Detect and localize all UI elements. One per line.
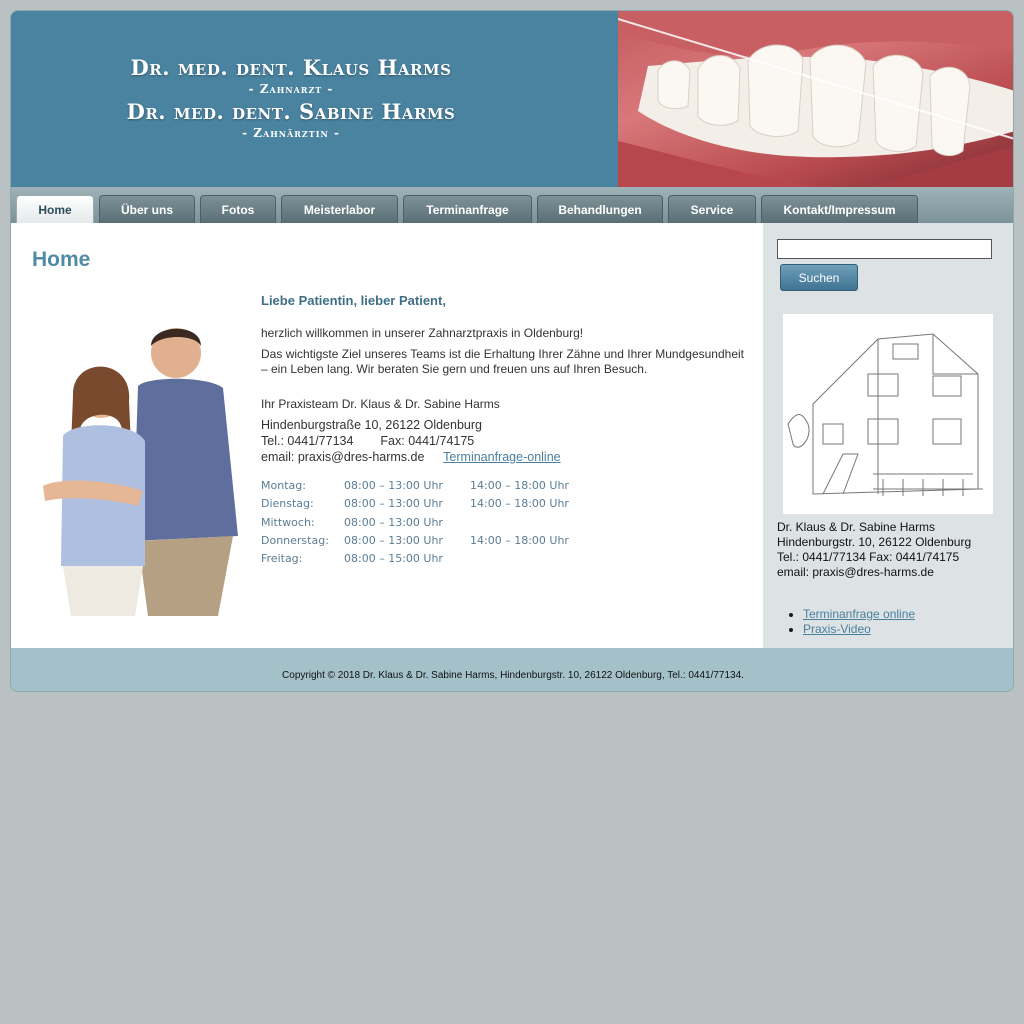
welcome-text: Liebe Patientin, lieber Patient, herzlic… <box>261 293 744 570</box>
hours-morning: 08:00 – 13:00 Uhr <box>344 515 443 529</box>
contact-address: Hindenburgstr. 10, 26122 Oldenburg <box>777 535 972 549</box>
hours-row: Freitag: 08:00 – 15:00 Uhr <box>261 552 744 570</box>
nav-tab-fotos[interactable]: Fotos <box>200 195 276 223</box>
hours-row: Dienstag: 08:00 – 13:00 Uhr 14:00 – 18:0… <box>261 497 744 515</box>
address-block: Hindenburgstraße 10, 26122 Oldenburg Tel… <box>261 417 744 465</box>
hours-row: Donnerstag: 08:00 – 13:00 Uhr 14:00 – 18… <box>261 534 744 552</box>
practice-title: Dr. med. dent. Klaus Harms - Zahnarzt - … <box>81 55 501 143</box>
search-button[interactable]: Suchen <box>780 264 858 291</box>
street-address: Hindenburgstraße 10, 26122 Oldenburg <box>261 418 482 432</box>
contact-phone-fax: Tel.: 0441/77134 Fax: 0441/74175 <box>777 550 960 564</box>
contact-info: Dr. Klaus & Dr. Sabine Harms Hindenburgs… <box>777 520 971 580</box>
hours-day: Mittwoch: <box>261 515 315 529</box>
contact-names: Dr. Klaus & Dr. Sabine Harms <box>777 520 936 534</box>
sidebar: Suchen Dr. Klaus & Dr. Sabine Harms Hind… <box>763 223 1013 648</box>
hours-day: Freitag: <box>261 552 303 566</box>
signature: Ihr Praxisteam Dr. Klaus & Dr. Sabine Ha… <box>261 397 500 411</box>
practice-building-sketch <box>783 314 993 514</box>
email-line: email: praxis@dres-harms.de Terminanfrag… <box>261 449 744 465</box>
list-item: Praxis-Video <box>803 622 915 637</box>
fax-number: Fax: 0441/74175 <box>380 434 475 448</box>
hours-morning: 08:00 – 13:00 Uhr <box>344 533 443 547</box>
hours-afternoon: 14:00 – 18:00 Uhr <box>470 533 569 547</box>
phone-number: Tel.: 0441/77134 <box>261 434 354 448</box>
hours-day: Montag: <box>261 479 306 492</box>
doctor-role-1: - Zahnarzt - <box>248 82 334 96</box>
nav-tab-ueber-uns[interactable]: Über uns <box>99 195 195 223</box>
doctor-role-2: - Zahnärztin - <box>242 126 340 140</box>
page-title: Home <box>32 248 91 271</box>
hours-row: Mittwoch: 08:00 – 13:00 Uhr <box>261 516 744 534</box>
nav-tab-terminanfrage[interactable]: Terminanfrage <box>403 195 532 223</box>
doctor-name-1: Dr. med. dent. Klaus Harms <box>130 55 452 80</box>
team-photo <box>33 316 243 616</box>
main-content: Home Liebe Patientin, lieber Patient, he… <box>11 223 763 648</box>
doctor-name-2: Dr. med. dent. Sabine Harms <box>126 99 456 124</box>
site-header: Dr. med. dent. Klaus Harms - Zahnarzt - … <box>11 11 1013 187</box>
teeth-illustration <box>618 11 1013 187</box>
terminanfrage-online-link[interactable]: Terminanfrage-online <box>443 450 560 464</box>
email-address: email: praxis@dres-harms.de <box>261 450 425 464</box>
hours-morning: 08:00 – 13:00 Uhr <box>344 497 443 511</box>
copyright-text: Copyright © 2018 Dr. Klaus & Dr. Sabine … <box>282 670 744 681</box>
opening-hours: Montag: 08:00 – 13:00 Uhr 14:00 – 18:00 … <box>261 479 744 570</box>
hours-day: Dienstag: <box>261 497 314 511</box>
terminanfrage-online-sidebar-link[interactable]: Terminanfrage online <box>803 607 915 621</box>
main-navigation: Home Über uns Fotos Meisterlabor Termina… <box>11 187 1013 223</box>
hours-morning: 08:00 – 13:00 Uhr <box>344 479 443 492</box>
hours-day: Donnerstag: <box>261 533 329 547</box>
team-photo-illustration <box>43 328 238 616</box>
teeth-photo <box>618 11 1013 187</box>
page-container: Dr. med. dent. Klaus Harms - Zahnarzt - … <box>10 10 1014 692</box>
welcome-sentence: herzlich willkommen in unserer Zahnarztp… <box>261 326 584 340</box>
praxis-video-link[interactable]: Praxis-Video <box>803 622 871 636</box>
list-item: Terminanfrage online <box>803 607 915 622</box>
nav-tab-home[interactable]: Home <box>16 195 94 223</box>
greeting: Liebe Patientin, lieber Patient, <box>261 293 446 308</box>
goal-paragraph: Das wichtigste Ziel unseres Teams ist di… <box>261 347 744 376</box>
house-sketch-illustration <box>787 333 983 496</box>
phone-fax-line: Tel.: 0441/77134 Fax: 0441/74175 <box>261 433 744 449</box>
nav-tab-service[interactable]: Service <box>668 195 756 223</box>
nav-tab-kontakt-impressum[interactable]: Kontakt/Impressum <box>761 195 918 223</box>
site-footer: Copyright © 2018 Dr. Klaus & Dr. Sabine … <box>11 648 1013 691</box>
hours-afternoon: 14:00 – 18:00 Uhr <box>470 497 569 511</box>
nav-tab-behandlungen[interactable]: Behandlungen <box>537 195 663 223</box>
hours-afternoon: 14:00 – 18:00 Uhr <box>470 479 569 492</box>
search-input[interactable] <box>777 239 992 259</box>
nav-tab-meisterlabor[interactable]: Meisterlabor <box>281 195 398 223</box>
hours-row: Montag: 08:00 – 13:00 Uhr 14:00 – 18:00 … <box>261 479 744 497</box>
contact-email: email: praxis@dres-harms.de <box>777 565 934 579</box>
hours-morning: 08:00 – 15:00 Uhr <box>344 552 443 566</box>
sidebar-links: Terminanfrage online Praxis-Video <box>803 607 915 637</box>
